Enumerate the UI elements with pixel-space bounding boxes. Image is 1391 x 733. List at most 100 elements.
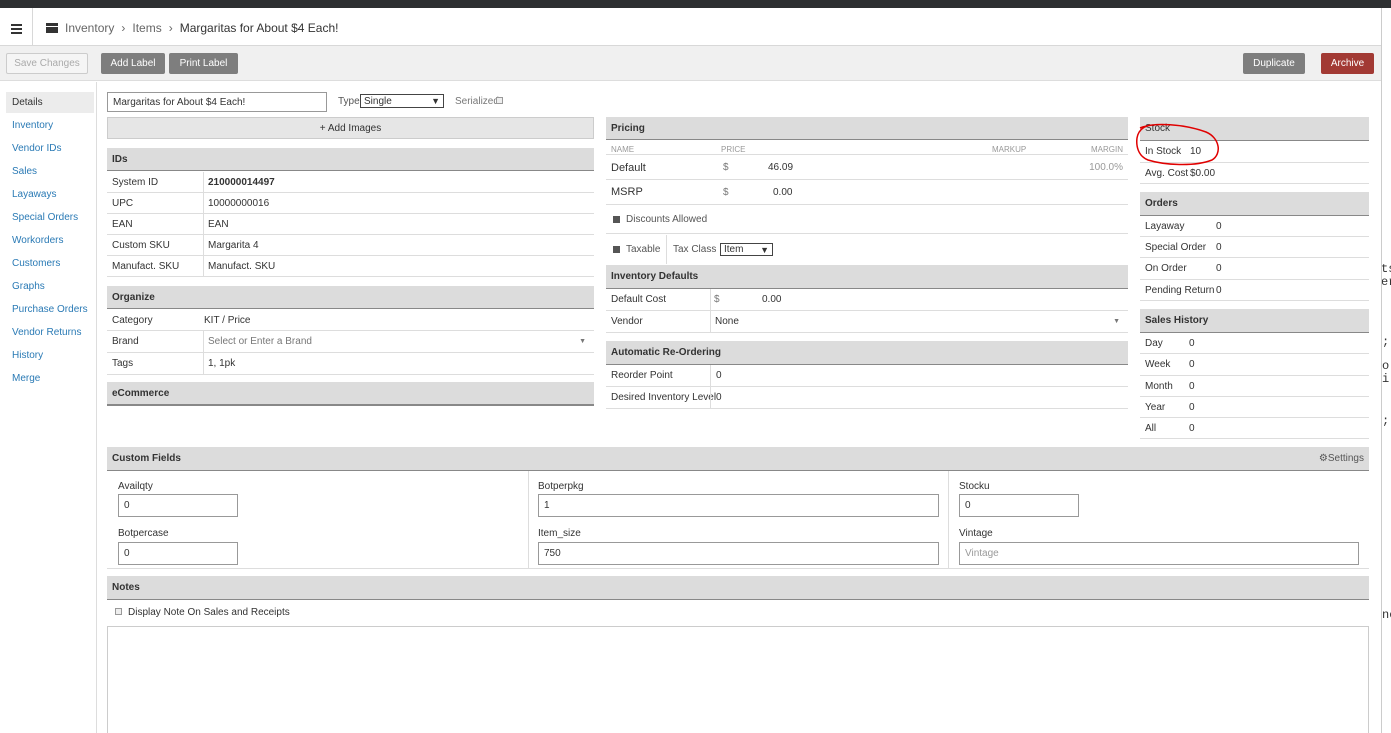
ecommerce-panel-header[interactable]: eCommerce	[107, 382, 594, 406]
vintage-input[interactable]: Vintage	[959, 542, 1359, 565]
tax-class-value: Item	[724, 244, 744, 255]
item-size-input[interactable]: 750	[538, 542, 939, 565]
upc-label: UPC	[112, 197, 134, 209]
price-default-label: Default	[611, 161, 646, 174]
vintage-label: Vintage	[959, 528, 993, 539]
discounts-row: Discounts Allowed	[606, 206, 1128, 234]
sales-history-week-row: Week 0	[1140, 354, 1369, 376]
sidebar-item-vendor-ids[interactable]: Vendor IDs	[12, 143, 61, 154]
vendor-select[interactable]: None	[715, 316, 739, 327]
default-cost-input[interactable]: 0.00	[762, 294, 781, 305]
stocku-label: Stocku	[959, 481, 990, 492]
avg-cost-value: $0.00	[1190, 167, 1216, 179]
add-images-button[interactable]: + Add Images	[107, 117, 594, 139]
sidebar-item-graphs[interactable]: Graphs	[12, 281, 45, 292]
duplicate-button[interactable]: Duplicate	[1243, 53, 1305, 74]
add-label-button[interactable]: Add Label	[101, 53, 165, 74]
sidebar-item-sales[interactable]: Sales	[12, 166, 37, 177]
inventory-defaults-panel-header: Inventory Defaults	[606, 265, 1128, 289]
sidebar-item-merge[interactable]: Merge	[12, 373, 40, 384]
item-size-label: Item_size	[538, 528, 581, 539]
discounts-allowed-checkbox[interactable]	[613, 216, 620, 223]
sidebar-item-customers[interactable]: Customers	[12, 258, 60, 269]
tags-row: Tags 1, 1pk	[107, 353, 594, 375]
sales-history-row-value: 0	[1189, 401, 1195, 413]
botperpkg-input[interactable]: 1	[538, 494, 939, 517]
reordering-panel-header: Automatic Re-Ordering	[606, 341, 1128, 365]
sales-history-month-row: Month 0	[1140, 376, 1369, 397]
price-default-input[interactable]: 46.09	[768, 162, 793, 173]
ean-input[interactable]: EAN	[208, 219, 229, 230]
tax-class-select[interactable]: Item ▼	[720, 243, 773, 256]
save-changes-button[interactable]: Save Changes	[6, 53, 88, 74]
custom-fields-settings-link[interactable]: ⚙Settings	[1319, 453, 1364, 464]
breadcrumb-items[interactable]: Items	[132, 21, 161, 35]
brand-select[interactable]: Select or Enter a Brand	[208, 336, 312, 347]
inventory-drawer-icon	[46, 23, 58, 33]
custom-sku-input[interactable]: Margarita 4	[208, 240, 259, 251]
default-cost-label: Default Cost	[611, 294, 667, 305]
print-label-button[interactable]: Print Label	[169, 53, 238, 74]
taxable-checkbox[interactable]	[613, 246, 620, 253]
sidebar-item-details[interactable]: Details	[6, 92, 94, 113]
reorder-point-input[interactable]: 0	[716, 370, 722, 381]
orders-on-order-row: On Order 0	[1140, 258, 1369, 280]
currency-symbol: $	[723, 186, 729, 198]
brand-label: Brand	[112, 336, 139, 347]
category-row: Category KIT / Price	[107, 310, 594, 331]
edge-glyph: o	[1382, 359, 1390, 373]
archive-button[interactable]: Archive	[1321, 53, 1374, 74]
sales-history-day-row: Day 0	[1140, 333, 1369, 354]
sidebar-item-workorders[interactable]: Workorders	[12, 235, 64, 246]
system-id-value: 210000014497	[208, 176, 275, 188]
price-row-msrp: MSRP $ 0.00	[606, 180, 1128, 205]
breadcrumb-inventory[interactable]: Inventory	[65, 21, 114, 35]
desired-level-input[interactable]: 0	[716, 392, 722, 403]
desired-level-row: Desired Inventory Level 0	[606, 387, 1128, 409]
chevron-down-icon: ▼	[579, 338, 586, 345]
item-name-input[interactable]: Margaritas for About $4 Each!	[107, 92, 327, 112]
breadcrumb-current-item: Margaritas for About $4 Each!	[179, 21, 339, 35]
sidebar-item-history[interactable]: History	[12, 350, 43, 361]
reorder-point-label: Reorder Point	[611, 370, 673, 381]
serialized-checkbox[interactable]	[496, 97, 503, 104]
sales-history-row-value: 0	[1189, 359, 1195, 370]
dropdown-arrow-icon: ▼	[431, 96, 440, 106]
price-row-default: Default $ 46.09 100.0%	[606, 156, 1128, 180]
item-sidebar-nav: Details Inventory Vendor IDs Sales Layaw…	[0, 82, 97, 733]
gear-icon: ⚙	[1318, 453, 1328, 464]
type-select[interactable]: Single ▼	[360, 94, 444, 108]
hamburger-menu-icon[interactable]	[0, 8, 33, 46]
availqty-input[interactable]: 0	[118, 494, 238, 517]
orders-row-label: On Order	[1145, 263, 1187, 274]
sales-history-row-label: Week	[1145, 359, 1171, 370]
breadcrumb-separator: ›	[168, 21, 173, 35]
col-markup: MARKUP	[992, 145, 1027, 154]
orders-layaway-row: Layaway 0	[1140, 216, 1369, 237]
category-link[interactable]: KIT / Price	[204, 315, 251, 326]
botpercase-input[interactable]: 0	[118, 542, 238, 565]
manufact-sku-input[interactable]: Manufact. SKU	[208, 261, 275, 272]
sidebar-item-purchase-orders[interactable]: Purchase Orders	[12, 304, 88, 315]
vendor-label: Vendor	[611, 316, 643, 327]
background-window-edge: ts er ; o i ; ne	[1381, 8, 1391, 733]
orders-special-order-row: Special Order 0	[1140, 237, 1369, 258]
display-note-checkbox[interactable]	[115, 608, 122, 615]
stocku-input[interactable]: 0	[959, 494, 1079, 517]
price-msrp-input[interactable]: 0.00	[773, 187, 792, 198]
sidebar-item-layaways[interactable]: Layaways	[12, 189, 56, 200]
custom-sku-row: Custom SKU Margarita 4	[107, 235, 594, 256]
sidebar-item-inventory[interactable]: Inventory	[12, 120, 53, 131]
price-default-margin: 100.0%	[1089, 162, 1123, 173]
tags-input[interactable]: 1, 1pk	[208, 358, 235, 369]
header-bar: Inventory › Items › Margaritas for About…	[0, 8, 1381, 46]
system-id-row: System ID 210000014497	[107, 172, 594, 193]
tags-label: Tags	[112, 358, 134, 369]
upc-input[interactable]: 10000000016	[208, 198, 269, 209]
col-margin: MARGIN	[1091, 145, 1123, 154]
sidebar-item-special-orders[interactable]: Special Orders	[12, 212, 78, 223]
sidebar-item-vendor-returns[interactable]: Vendor Returns	[12, 327, 82, 338]
notes-textarea[interactable]	[107, 626, 1369, 733]
pricing-panel-header: Pricing	[606, 117, 1128, 140]
sales-history-row-label: Month	[1145, 380, 1173, 392]
